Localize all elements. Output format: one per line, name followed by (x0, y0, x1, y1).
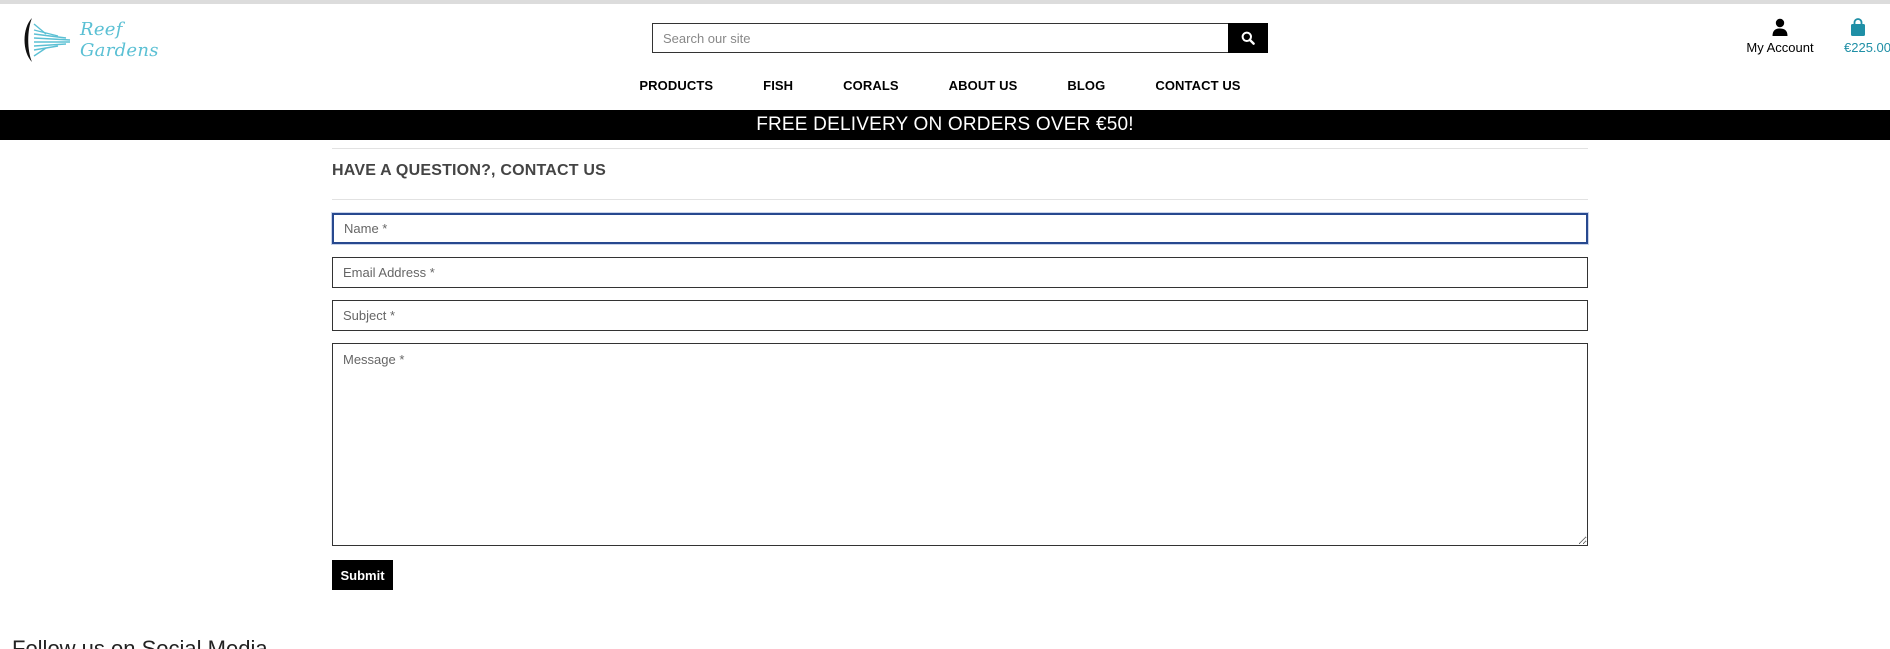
nav-item-products[interactable]: PRODUCTS (614, 78, 738, 93)
top-border (0, 0, 1890, 4)
search-button[interactable] (1228, 23, 1268, 53)
promo-banner-text: FREE DELIVERY ON ORDERS OVER €50! (756, 114, 1134, 135)
main-nav: PRODUCTS FISH CORALS ABOUT US BLOG CONTA… (0, 78, 1890, 93)
nav-item-about-us[interactable]: ABOUT US (924, 78, 1043, 93)
logo-text: Reef Gardens (80, 19, 159, 61)
search-icon (1241, 31, 1255, 45)
message-field[interactable] (332, 343, 1588, 546)
submit-button[interactable]: Submit (332, 560, 393, 590)
site-logo[interactable]: Reef Gardens (18, 14, 188, 66)
divider-heading (332, 199, 1588, 200)
cart-link[interactable]: €225.00 (1844, 18, 1890, 55)
nav-item-blog[interactable]: BLOG (1042, 78, 1130, 93)
my-account-label: My Account (1746, 40, 1814, 55)
nav-item-corals[interactable]: CORALS (818, 78, 924, 93)
shopping-bag-icon (1851, 18, 1865, 36)
search-input[interactable] (652, 23, 1228, 53)
divider-top (332, 148, 1588, 149)
user-icon (1772, 18, 1788, 36)
subject-field[interactable] (332, 300, 1588, 331)
name-field[interactable] (332, 213, 1588, 244)
contact-heading: HAVE A QUESTION?, CONTACT US (332, 162, 607, 179)
search-form (652, 23, 1268, 53)
promo-banner: FREE DELIVERY ON ORDERS OVER €50! (0, 110, 1890, 140)
nav-item-contact-us[interactable]: CONTACT US (1130, 78, 1265, 93)
fish-logo-icon (24, 18, 71, 62)
cart-total: €225.00 (1844, 40, 1890, 55)
nav-item-fish[interactable]: FISH (738, 78, 818, 93)
email-field[interactable] (332, 257, 1588, 288)
my-account-link[interactable]: My Account (1740, 18, 1820, 55)
social-media-heading: Follow us on Social Media (12, 636, 268, 649)
